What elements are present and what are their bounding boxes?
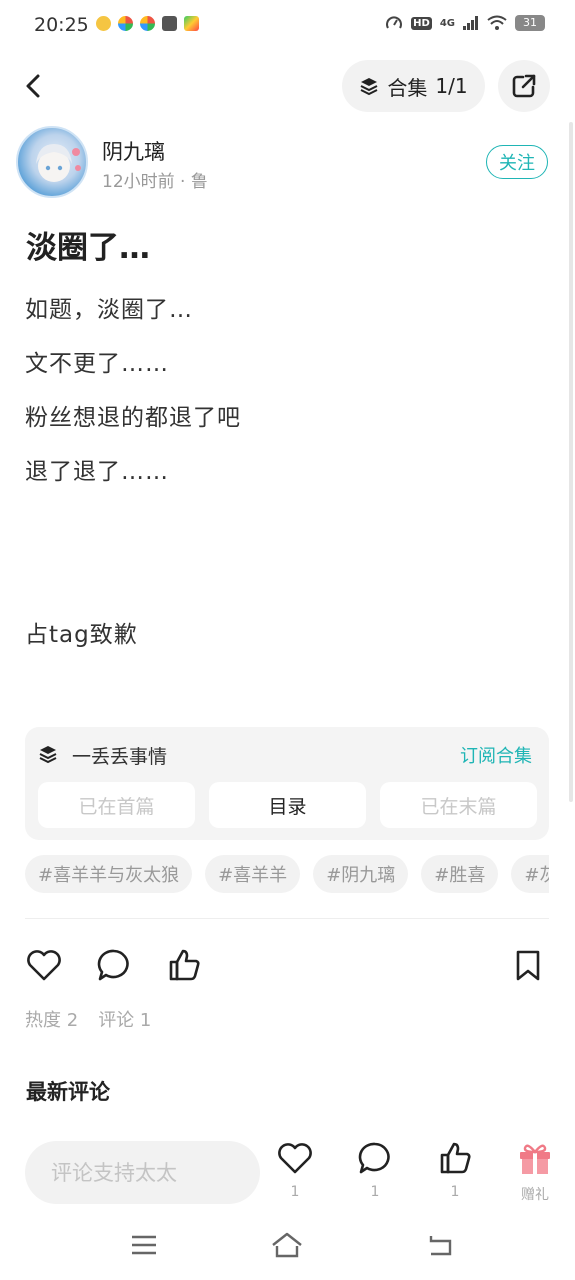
comment-icon xyxy=(358,1142,390,1174)
hd-badge: HD xyxy=(411,16,432,30)
thumbs-up-icon xyxy=(169,949,200,981)
layers-icon xyxy=(360,78,378,96)
comment-count[interactable]: 评论 1 xyxy=(98,1006,151,1032)
thumbs-up-icon xyxy=(440,1142,471,1174)
post-paragraph: 文不更了…… xyxy=(25,351,169,377)
notification-app-icon xyxy=(118,16,133,31)
subscribe-collection-button[interactable]: 订阅合集 xyxy=(460,742,532,768)
notification-app-icon xyxy=(96,16,111,31)
collection-title[interactable]: 一丢丢事情 xyxy=(72,742,167,769)
bookmark-button[interactable] xyxy=(509,946,547,984)
battery-level: 31 xyxy=(515,15,545,31)
notification-play-icon xyxy=(184,16,199,31)
post-title: 淡圈了… xyxy=(26,230,150,266)
menu-icon xyxy=(132,1235,156,1255)
tag-chip[interactable]: #喜羊羊与灰太狼 xyxy=(25,855,193,893)
comment-button[interactable] xyxy=(95,946,133,984)
back-button[interactable] xyxy=(18,66,52,106)
status-right: HD 4G 31 xyxy=(385,14,545,32)
gift-icon xyxy=(520,1144,550,1174)
post-paragraph: 退了退了…… xyxy=(25,459,169,485)
author-avatar[interactable] xyxy=(16,126,88,198)
wifi-icon xyxy=(487,15,507,30)
recommend-count: 1 xyxy=(450,1184,460,1200)
latest-comments-heading: 最新评论 xyxy=(26,1080,110,1104)
speed-icon xyxy=(386,16,403,29)
like-count: 1 xyxy=(290,1184,300,1200)
post-stats: 热度 2 评论 1 xyxy=(25,1006,151,1032)
comment-count-bottom: 1 xyxy=(370,1184,380,1200)
collection-index: 1/1 xyxy=(435,74,468,98)
share-button[interactable] xyxy=(498,60,550,112)
tag-chip[interactable]: #胜喜 xyxy=(421,855,499,893)
system-back-button[interactable] xyxy=(423,1228,457,1262)
collection-label: 合集 xyxy=(387,75,428,100)
tag-chip[interactable]: #阴九璃 xyxy=(313,855,409,893)
layers-icon xyxy=(39,746,57,764)
bottom-recommend-button[interactable] xyxy=(436,1139,474,1177)
collection-button[interactable]: 合集 1/1 xyxy=(342,60,485,112)
heart-icon xyxy=(27,950,61,981)
post-paragraph: 如题，淡圈了… xyxy=(25,297,193,323)
post-paragraph: 粉丝想退的都退了吧 xyxy=(25,405,241,431)
post-paragraph: 占tag致歉 xyxy=(25,622,138,648)
network-type: 4G xyxy=(439,17,455,29)
bottom-like-button[interactable] xyxy=(276,1139,314,1177)
share-icon xyxy=(512,74,536,98)
comment-icon xyxy=(97,949,129,981)
previous-chapter-button[interactable]: 已在首篇 xyxy=(38,782,195,828)
tag-chip[interactable]: #灰太狼 xyxy=(511,855,549,893)
recommend-button[interactable] xyxy=(165,946,203,984)
signal-icon xyxy=(463,16,478,30)
gift-button[interactable] xyxy=(516,1139,554,1177)
avatar-illustration xyxy=(36,144,81,182)
heat-count[interactable]: 热度 2 xyxy=(25,1006,78,1032)
comment-input[interactable] xyxy=(25,1141,260,1204)
author-name[interactable]: 阴九璃 xyxy=(102,136,165,166)
home-icon xyxy=(272,1232,302,1258)
notification-app-icon xyxy=(140,16,155,31)
gift-label: 赠礼 xyxy=(521,1187,549,1203)
system-menu-button[interactable] xyxy=(127,1228,161,1262)
tag-list: #喜羊羊与灰太狼 #喜羊羊 #阴九璃 #胜喜 #灰太狼 xyxy=(25,855,549,893)
status-notification-icons xyxy=(96,16,199,31)
system-home-button[interactable] xyxy=(270,1228,304,1262)
table-of-contents-button[interactable]: 目录 xyxy=(209,782,366,828)
status-time: 20:25 xyxy=(34,14,89,36)
divider xyxy=(25,918,549,919)
tag-chip[interactable]: #喜羊羊 xyxy=(205,855,301,893)
back-arrow-icon xyxy=(26,74,40,98)
next-chapter-button[interactable]: 已在末篇 xyxy=(380,782,537,828)
post-meta: 12小时前 · 鲁 xyxy=(102,172,208,192)
bookmark-icon xyxy=(516,950,540,981)
like-button[interactable] xyxy=(25,946,63,984)
return-icon xyxy=(429,1236,452,1256)
bottom-comment-button[interactable] xyxy=(356,1139,394,1177)
scrollbar[interactable] xyxy=(569,122,573,802)
notification-book-icon xyxy=(162,16,177,31)
heart-icon xyxy=(278,1143,312,1174)
follow-button[interactable]: 关注 xyxy=(486,145,548,179)
